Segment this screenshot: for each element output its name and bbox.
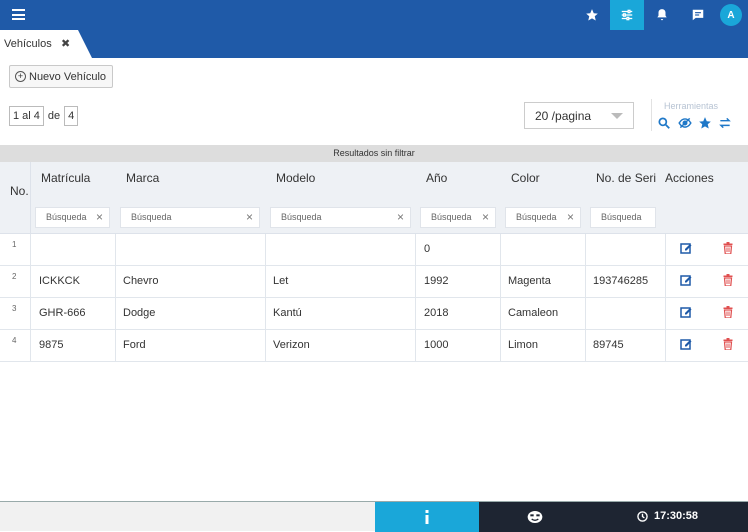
filter-banner: Resultados sin filtrar: [0, 145, 748, 162]
edit-icon[interactable]: [680, 241, 692, 254]
cell-color: Camaleon: [508, 307, 559, 319]
cell-modelo: Let: [273, 275, 289, 287]
edit-icon[interactable]: [680, 273, 692, 286]
page-size-select[interactable]: 20 /pagina: [524, 102, 634, 129]
delete-icon[interactable]: [722, 241, 734, 255]
cell-modelo: Verizon: [273, 339, 310, 351]
cell-marca: Ford: [123, 339, 146, 351]
row-number: 4: [12, 336, 17, 345]
clear-icon: ×: [396, 210, 404, 224]
edit-icon[interactable]: [680, 337, 692, 350]
row-number: 3: [12, 304, 17, 313]
search-icon[interactable]: [657, 116, 671, 130]
table-row[interactable]: 3 GHR-666 Dodge Kantú 2018 Camaleon: [0, 298, 748, 330]
delete-icon[interactable]: [722, 337, 734, 351]
table-row[interactable]: 4 9875 Ford Verizon 1000 Limon 89745: [0, 330, 748, 362]
divider: [665, 234, 666, 362]
smiley-icon[interactable]: [527, 510, 543, 524]
table-row[interactable]: 1 0: [0, 234, 748, 266]
divider: [500, 234, 501, 362]
star-icon[interactable]: [575, 0, 609, 30]
divider: [265, 234, 266, 362]
search-input-anio[interactable]: Búsqueda ×: [420, 207, 496, 228]
column-header-serie[interactable]: No. de Seri: [596, 171, 656, 185]
clear-icon: ×: [245, 210, 253, 224]
close-icon[interactable]: ✖: [61, 37, 70, 50]
row-number: 1: [12, 240, 17, 249]
plus-circle-icon: +: [15, 71, 26, 82]
new-vehicle-label: Nuevo Vehículo: [29, 70, 107, 83]
pager-of-label: de: [47, 110, 61, 122]
divider: [585, 234, 586, 362]
bell-icon[interactable]: [645, 0, 679, 30]
search-input-matricula[interactable]: Búsqueda ×: [35, 207, 110, 228]
cell-color: Magenta: [508, 275, 551, 287]
chevron-down-icon: [611, 113, 623, 119]
info-icon: [425, 510, 429, 524]
menu-icon[interactable]: [12, 9, 25, 20]
search-input-serie[interactable]: Búsqueda: [590, 207, 656, 228]
cell-anio: 0: [424, 243, 431, 255]
delete-icon[interactable]: [722, 273, 734, 287]
column-header-acciones: Acciones: [665, 171, 714, 185]
table-header: No. Matrícula Marca Modelo Año Color No.…: [0, 162, 748, 234]
clear-icon: ×: [95, 210, 103, 224]
cell-color: Limon: [508, 339, 538, 351]
tab-vehiculos[interactable]: Vehículos ✖: [0, 30, 92, 58]
divider: [415, 234, 416, 362]
cell-matricula: 9875: [39, 339, 64, 351]
row-number: 2: [12, 272, 17, 281]
cell-anio: 1000: [424, 339, 449, 351]
table-row[interactable]: 2 ICKKCK Chevro Let 1992 Magenta 1937462…: [0, 266, 748, 298]
status-bar: [479, 502, 748, 532]
pager: 1 al 4 de 4: [9, 106, 79, 126]
swap-icon[interactable]: [718, 116, 732, 130]
column-header-no[interactable]: No.: [10, 184, 29, 198]
hide-icon[interactable]: [678, 116, 692, 130]
search-input-marca[interactable]: Búsqueda ×: [120, 207, 260, 228]
edit-icon[interactable]: [680, 305, 692, 318]
cell-matricula: GHR-666: [39, 307, 86, 319]
new-vehicle-button[interactable]: + Nuevo Vehículo: [9, 65, 113, 88]
search-input-color[interactable]: Búsqueda ×: [505, 207, 581, 228]
avatar[interactable]: A: [720, 4, 742, 26]
info-button[interactable]: [375, 502, 479, 532]
column-header-anio[interactable]: Año: [426, 171, 447, 185]
pager-range: 1 al 4: [9, 106, 44, 126]
cell-matricula: ICKKCK: [39, 275, 80, 287]
star-icon[interactable]: [698, 116, 712, 130]
cell-marca: Dodge: [123, 307, 156, 319]
footer: 17:30:58: [0, 501, 748, 532]
page-size-value: 20 /pagina: [535, 108, 592, 123]
clock-icon: [637, 510, 648, 522]
cell-modelo: Kantú: [273, 307, 302, 319]
sliders-icon[interactable]: [610, 0, 644, 30]
search-input-modelo[interactable]: Búsqueda ×: [270, 207, 411, 228]
cell-serie: 89745: [593, 339, 624, 351]
clear-icon: ×: [481, 210, 489, 224]
column-header-matricula[interactable]: Matrícula: [41, 171, 90, 185]
clock-time: 17:30:58: [654, 510, 699, 522]
tab-strip: Vehículos ✖: [0, 30, 748, 58]
column-header-modelo[interactable]: Modelo: [276, 171, 315, 185]
clear-icon: ×: [566, 210, 574, 224]
delete-icon[interactable]: [722, 305, 734, 319]
cell-anio: 1992: [424, 275, 449, 287]
cell-marca: Chevro: [123, 275, 159, 287]
cell-anio: 2018: [424, 307, 449, 319]
column-header-marca[interactable]: Marca: [126, 171, 159, 185]
tab-label: Vehículos: [4, 38, 52, 50]
chat-icon[interactable]: [681, 0, 715, 30]
cell-serie: 193746285: [593, 275, 649, 287]
column-header-color[interactable]: Color: [511, 171, 540, 185]
divider: [651, 99, 652, 131]
divider: [115, 234, 116, 362]
clock: 17:30:58: [637, 510, 698, 522]
divider: [30, 162, 31, 234]
top-bar: A: [0, 0, 748, 30]
tools-title: Herramientas: [664, 101, 719, 111]
divider: [30, 234, 31, 362]
pager-total: 4: [64, 106, 79, 126]
